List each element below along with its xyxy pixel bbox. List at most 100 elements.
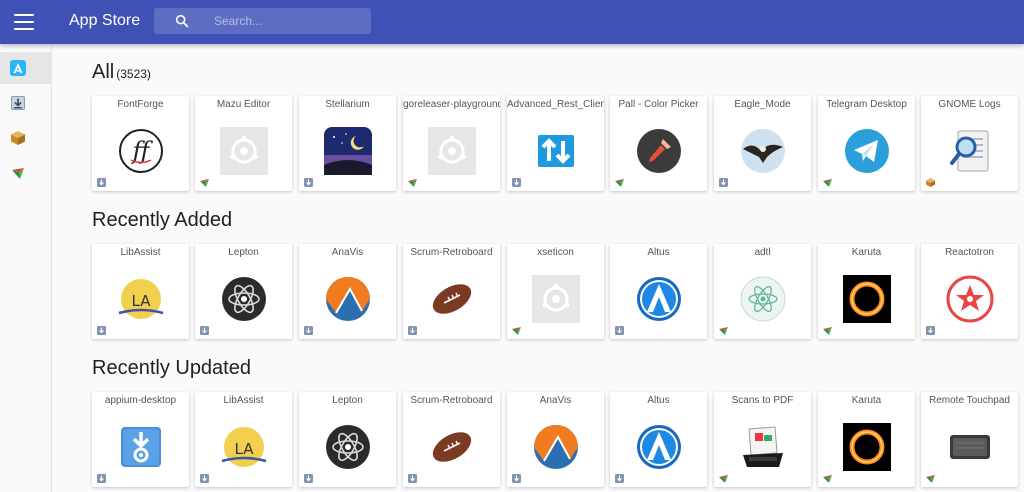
football-icon [432, 432, 472, 462]
app-card[interactable]: Reactotron [921, 244, 1018, 339]
app-card[interactable]: Eagle_Mode [714, 96, 811, 191]
flatpak-badge-icon [200, 179, 209, 187]
app-card[interactable]: LibAssist LA [195, 392, 292, 487]
appcenter-icon [10, 60, 26, 76]
appimage-badge-icon [200, 326, 209, 335]
app-name: Stellarium [325, 99, 370, 110]
app-card[interactable]: xseticon [507, 244, 604, 339]
app-card[interactable]: AnaVis [299, 244, 396, 339]
appimage-badge-icon [615, 474, 624, 483]
logs-icon [950, 130, 989, 172]
app-bar: App Store [0, 0, 1024, 44]
app-card[interactable]: goreleaser-playground [403, 96, 500, 191]
search-box[interactable] [154, 8, 371, 34]
download-box-icon [11, 96, 25, 110]
app-card[interactable]: Lepton [195, 244, 292, 339]
app-name: appium-desktop [104, 395, 177, 406]
appimage-badge-icon [408, 326, 417, 335]
app-name: AnaVis [331, 247, 364, 258]
app-card[interactable]: Stellarium [299, 96, 396, 191]
app-name: Eagle_Mode [734, 99, 791, 110]
eagle-icon [741, 129, 785, 173]
sidebar-item-appimage[interactable] [0, 87, 52, 119]
arrows-icon [538, 135, 574, 167]
app-card[interactable]: Altus [610, 244, 707, 339]
atom-icon [326, 425, 370, 469]
appimage-badge-icon [512, 474, 521, 483]
stellarium-icon [324, 127, 372, 175]
color-picker-icon [637, 129, 681, 173]
fontforge-icon: ff [119, 129, 163, 173]
altus-icon [637, 425, 681, 469]
app-name: Scrum-Retroboard [410, 395, 493, 406]
flatpak-badge-icon [408, 179, 417, 187]
app-card[interactable]: Karuta [818, 244, 915, 339]
app-name: Mazu Editor [216, 99, 271, 110]
app-name: xseticon [537, 247, 574, 258]
app-name: Scrum-Retroboard [410, 247, 493, 258]
app-name: FontForge [117, 99, 164, 110]
section-title-recently-added: Recently Added [92, 209, 233, 231]
flatpak-badge-icon [823, 327, 832, 335]
section-title-recently-updated: Recently Updated [92, 357, 251, 379]
electron-icon [740, 276, 786, 322]
app-name: goreleaser-playground [403, 99, 500, 110]
flatpak-badge-icon [926, 475, 935, 483]
main-content: All (3523) Recently Added Recently Update… [52, 44, 1024, 492]
app-card[interactable]: FontForge ff [92, 96, 189, 191]
appimage-badge-icon [304, 178, 313, 187]
app-name: GNOME Logs [938, 99, 1001, 110]
app-name: LibAssist [120, 247, 161, 258]
flatpak-badge-icon [719, 475, 728, 483]
app-name: Scans to PDF [731, 395, 794, 406]
svg-text:LA: LA [132, 292, 152, 310]
flatpak-badge-icon [823, 475, 832, 483]
app-card[interactable]: Scans to PDF [714, 392, 811, 487]
telegram-icon [845, 129, 889, 173]
app-card[interactable]: adtl [714, 244, 811, 339]
app-card[interactable]: Telegram Desktop [818, 96, 915, 191]
app-count: (3523) [116, 67, 151, 81]
sidebar-item-snap[interactable] [0, 122, 52, 154]
sidebar-item-flatpak[interactable] [0, 157, 52, 189]
karuta-icon [843, 275, 891, 323]
karuta-icon [843, 423, 891, 471]
anavis-icon [534, 425, 578, 469]
app-card[interactable]: Scrum-Retroboard [403, 392, 500, 487]
app-card[interactable]: AnaVis [507, 392, 604, 487]
search-icon[interactable] [174, 13, 190, 29]
app-card[interactable]: Remote Touchpad [921, 392, 1018, 487]
app-card[interactable]: Altus [610, 392, 707, 487]
touchpad-icon [950, 435, 990, 459]
search-input[interactable] [214, 11, 364, 31]
app-card[interactable]: Mazu Editor [195, 96, 292, 191]
app-card[interactable]: Pall - Color Picker [610, 96, 707, 191]
menu-icon[interactable] [14, 12, 34, 32]
app-card[interactable]: Advanced_Rest_Client [507, 96, 604, 191]
atom-icon [222, 277, 266, 321]
scanner-icon [743, 426, 783, 467]
app-card[interactable]: GNOME Logs [921, 96, 1018, 191]
app-card[interactable]: Lepton [299, 392, 396, 487]
app-name: Remote Touchpad [929, 395, 1010, 406]
app-card[interactable]: Karuta [818, 392, 915, 487]
flatpak-icon [12, 168, 24, 179]
app-card[interactable]: Scrum-Retroboard [403, 244, 500, 339]
placeholder-icon [428, 127, 476, 175]
appimage-badge-icon [719, 178, 728, 187]
placeholder-icon [532, 275, 580, 323]
placeholder-icon [220, 127, 268, 175]
snap-badge-icon [926, 178, 935, 187]
flatpak-badge-icon [719, 327, 728, 335]
sidebar [0, 44, 52, 492]
app-name: Pall - Color Picker [618, 99, 699, 110]
app-card[interactable]: appium-desktop [92, 392, 189, 487]
app-name: Lepton [228, 247, 259, 258]
appimage-badge-icon [200, 474, 209, 483]
app-name: Telegram Desktop [826, 99, 907, 110]
sidebar-item-appcenter[interactable] [0, 52, 52, 84]
app-name: Altus [647, 395, 670, 406]
reactotron-icon [946, 275, 994, 323]
app-card[interactable]: LibAssist LA [92, 244, 189, 339]
appimage-badge-icon [408, 474, 417, 483]
